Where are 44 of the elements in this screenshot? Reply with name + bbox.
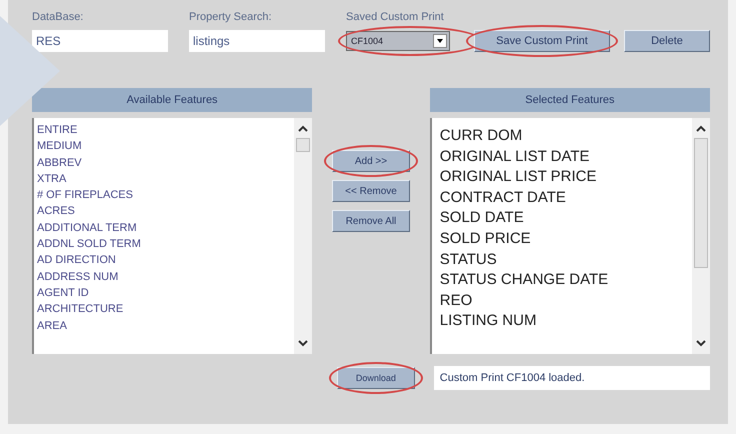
list-item[interactable]: ABBREV — [37, 154, 292, 171]
list-action-button[interactable]: Remove All — [332, 210, 410, 232]
list-item[interactable]: CONTRACT DATE — [440, 188, 684, 208]
list-action-button[interactable]: << Remove — [332, 180, 410, 202]
list-item[interactable]: AD DIRECTION — [37, 252, 292, 269]
status-message: Custom Print CF1004 loaded. — [434, 366, 710, 390]
property-search-field[interactable]: listings — [189, 30, 325, 52]
list-item[interactable]: ARCHITECTURE — [37, 301, 292, 318]
field-label: Saved Custom Print — [346, 10, 445, 24]
list-item[interactable]: AREA — [37, 318, 292, 334]
list-item[interactable]: ADDITIONAL TERM — [37, 220, 292, 236]
list-item[interactable]: LISTING NUM — [440, 311, 684, 332]
list-item[interactable]: MEDIUM — [37, 138, 292, 155]
toolbar-button[interactable]: Save Custom Print — [474, 30, 610, 52]
list-item[interactable]: # OF FIREPLACES — [37, 187, 292, 204]
field-label: DataBase: — [32, 10, 84, 24]
list-item[interactable]: STATUS — [440, 250, 684, 270]
list-item[interactable]: STATUS CHANGE DATE — [440, 270, 684, 291]
list-item[interactable]: REO — [440, 290, 684, 312]
list-item[interactable]: SOLD PRICE — [440, 228, 684, 250]
toolbar-button[interactable]: Delete — [624, 30, 710, 52]
available-features-list[interactable]: ENTIRE MEDIUM ABBREV XTRA # OF FIREPLACES ACRES ADDITIONAL TERM ADDNL SOLD TERM AD DIRECTION ADDRESS NUM AGENT ID ARCHITECTURE AREA — [32, 118, 312, 354]
scroll-thumb[interactable] — [694, 138, 708, 268]
list-action-button[interactable]: Add >> — [332, 150, 410, 172]
list-header: Selected Features — [430, 88, 710, 112]
list-item[interactable]: ENTIRE — [37, 122, 292, 138]
list-item[interactable]: ADDNL SOLD TERM — [37, 236, 292, 252]
list-item[interactable]: SOLD DATE — [440, 208, 684, 229]
list-header: Available Features — [32, 88, 312, 112]
selected-features-list[interactable]: CURR DOM ORIGINAL LIST DATE ORIGINAL LIST PRICE CONTRACT DATE SOLD DATE SOLD PRICE STATUS STATUS CHANGE DATE REO LISTING NUM — [430, 118, 710, 354]
database-field[interactable]: RES — [32, 30, 168, 52]
list-item[interactable]: CURR DOM — [440, 126, 684, 147]
scrollbar[interactable] — [692, 118, 710, 354]
list-item[interactable]: ADDRESS NUM — [37, 268, 292, 285]
list-item[interactable]: ORIGINAL LIST PRICE — [440, 167, 684, 188]
field-label: Property Search: — [189, 10, 273, 24]
list-item[interactable]: AGENT ID — [37, 284, 292, 302]
custom-print-dropdown[interactable]: CF1004 — [346, 31, 450, 51]
download-button[interactable]: Download — [336, 367, 415, 389]
scroll-thumb[interactable] — [296, 138, 310, 152]
scrollbar[interactable] — [294, 118, 312, 354]
list-item[interactable]: ORIGINAL LIST DATE — [440, 146, 684, 168]
list-item[interactable]: XTRA — [37, 170, 292, 188]
list-item[interactable]: ACRES — [37, 203, 292, 220]
